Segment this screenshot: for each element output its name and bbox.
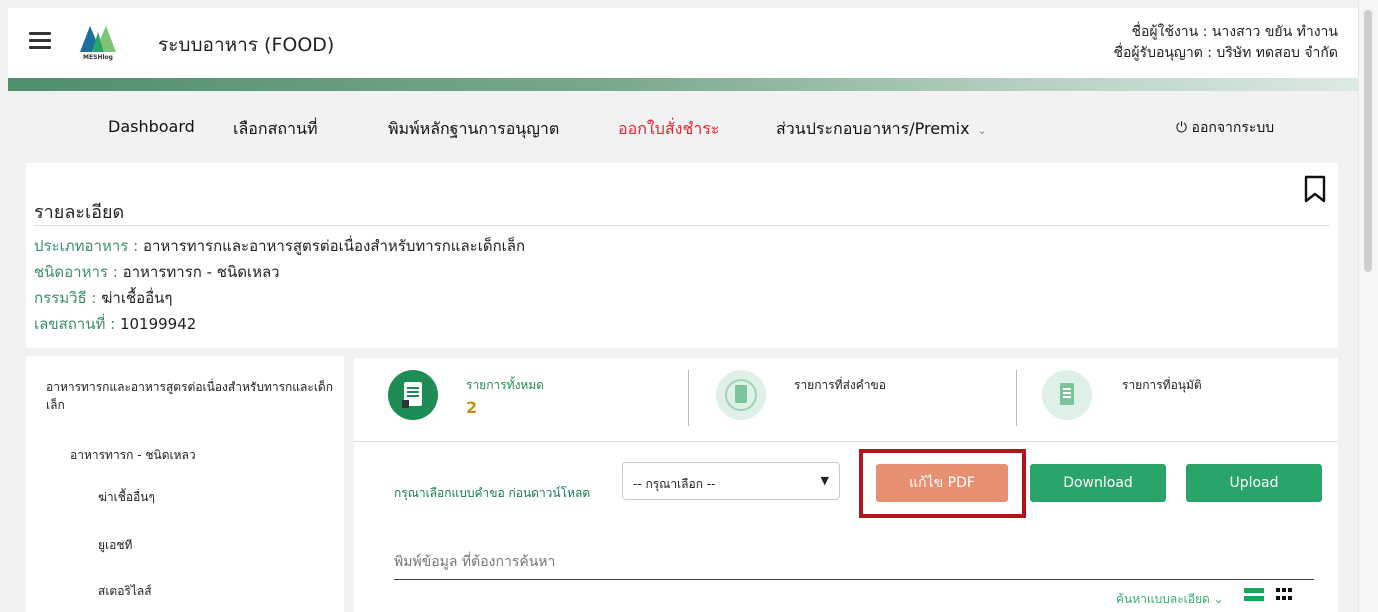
chevron-down-icon: ⌄ [977, 124, 987, 137]
list-view-icon[interactable] [1244, 588, 1264, 602]
nav-payment-order[interactable]: ออกใบสั่งชำระ [618, 117, 719, 142]
page: MESHlog ระบบอาหาร (FOOD) ชื่อผู้ใช้งาน :… [8, 8, 1358, 612]
meshlog-logo: MESHlog [78, 22, 118, 64]
user-info: ชื่อผู้ใช้งาน : นางสาว ขยัน ทำงาน ชื่อผู… [1113, 22, 1338, 64]
detail-label: ประเภทอาหาร : [34, 237, 143, 255]
edit-pdf-button[interactable]: แก้ไข PDF [876, 464, 1008, 502]
select-value: -- กรุณาเลือก -- [633, 477, 716, 491]
advanced-search-link[interactable]: ค้นหาแบบละเอียด ⌄ [1116, 590, 1224, 609]
form-select-label: กรุณาเลือกแบบคำขอ ก่อนดาวน์โหลด [394, 486, 591, 500]
header: MESHlog ระบบอาหาร (FOOD) ชื่อผู้ใช้งาน :… [8, 8, 1358, 78]
detail-row-food-kind: ชนิดอาหาร : อาหารทารก - ชนิดเหลว [34, 259, 525, 285]
bookmark-icon[interactable] [1304, 175, 1326, 203]
vertical-scrollbar[interactable] [1358, 0, 1378, 612]
main-nav: Dashboard เลือกสถานที่ พิมพ์หลักฐานการอน… [8, 91, 1358, 161]
sidebar-item-liquid-infant-food[interactable]: อาหารทารก - ชนิดเหลว [70, 446, 196, 465]
download-button[interactable]: Download [1030, 464, 1166, 502]
detail-label: เลขสถานที่ : [34, 315, 120, 333]
detail-card: รายละเอียด ประเภทอาหาร : อาหารทารกและอาห… [26, 163, 1338, 348]
nav-ingredients-premix[interactable]: ส่วนประกอบอาหาร/Premix ⌄ [776, 117, 987, 142]
logout-label: ออกจากระบบ [1191, 120, 1275, 136]
logo-text: MESHlog [83, 54, 113, 61]
nav-print-license[interactable]: พิมพ์หลักฐานการอนุญาต [388, 117, 559, 142]
sidebar-item-uht[interactable]: ยูเอชที [98, 536, 132, 555]
refresh-document-icon [716, 370, 766, 420]
detail-title: รายละเอียด [34, 202, 125, 223]
sidebar-heading[interactable]: อาหารทารกและอาหารสูตรต่อเนื่องสำหรับทารก… [46, 378, 336, 414]
stat-label-approved: รายการที่อนุมัติ [1122, 378, 1202, 392]
stats-bar: รายการทั้งหมด 2 รายการที่ส่งคำขอ รายการท… [354, 358, 1338, 442]
detail-row-process: กรรมวิธี : ฆ่าเชื้ออื่นๆ [34, 285, 525, 311]
detail-row-food-type: ประเภทอาหาร : อาหารทารกและอาหารสูตรต่อเน… [34, 233, 525, 259]
category-sidebar: อาหารทารกและอาหารสูตรต่อเนื่องสำหรับทารก… [26, 356, 344, 612]
form-type-select[interactable]: -- กรุณาเลือก -- ▼ [622, 462, 840, 500]
stat-label-all: รายการทั้งหมด [466, 378, 545, 392]
chevron-down-icon: ▼ [820, 474, 829, 487]
divider [688, 370, 689, 426]
power-icon: ⏻ [1176, 120, 1188, 136]
detail-rows: ประเภทอาหาร : อาหารทารกและอาหารสูตรต่อเน… [34, 233, 525, 337]
scrollbar-thumb[interactable] [1364, 10, 1372, 272]
logout-button[interactable]: ⏻ ออกจากระบบ [1176, 117, 1274, 139]
tools-panel: กรุณาเลือกแบบคำขอ ก่อนดาวน์โหลด -- กรุณา… [354, 442, 1338, 612]
stat-count-all: 2 [466, 398, 478, 417]
licensee-line: ชื่อผู้รับอนุญาต : บริษัท ทดสอบ จำกัด [1113, 45, 1338, 61]
app-title: ระบบอาหาร (FOOD) [158, 34, 335, 56]
document-icon [388, 370, 438, 420]
nav-select-location[interactable]: เลือกสถานที่ [233, 117, 318, 142]
detail-row-location-no: เลขสถานที่ : 10199942 [34, 311, 525, 337]
divider [1016, 370, 1017, 426]
stat-label-submitted: รายการที่ส่งคำขอ [794, 378, 886, 392]
nav-ingredients-label: ส่วนประกอบอาหาร/Premix [776, 119, 970, 138]
approved-document-icon [1042, 370, 1092, 420]
sidebar-item-sterilize[interactable]: สเตอริไลส์ [98, 582, 152, 601]
sidebar-item-other-sterilization[interactable]: ฆ่าเชื้ออื่นๆ [98, 488, 155, 507]
detail-value: อาหารทารก - ชนิดเหลว [122, 263, 280, 281]
username-line: ชื่อผู้ใช้งาน : นางสาว ขยัน ทำงาน [1131, 24, 1338, 40]
upload-button[interactable]: Upload [1186, 464, 1322, 502]
detail-value: 10199942 [119, 315, 197, 333]
detail-value: อาหารทารกและอาหารสูตรต่อเนื่องสำหรับทารก… [142, 237, 526, 255]
detail-label: ชนิดอาหาร : [34, 263, 123, 281]
nav-dashboard[interactable]: Dashboard [108, 117, 195, 136]
divider [34, 225, 1330, 226]
detail-value: ฆ่าเชื้ออื่นๆ [101, 289, 173, 307]
header-decorative-band [8, 78, 1358, 91]
detail-label: กรรมวิธี : [34, 289, 102, 307]
hamburger-menu-icon[interactable] [29, 32, 51, 50]
grid-view-icon[interactable] [1276, 588, 1292, 602]
search-input[interactable] [394, 544, 1314, 580]
